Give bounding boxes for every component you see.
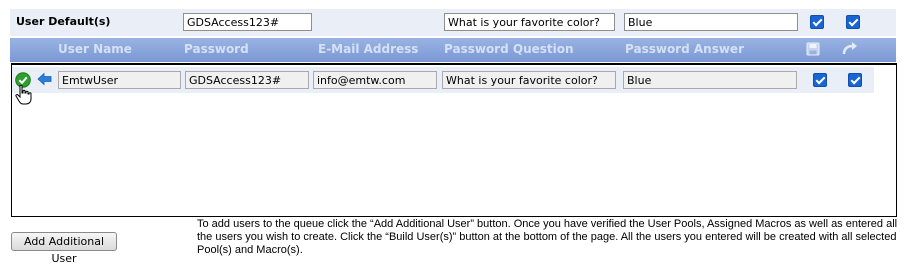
email-input[interactable] [313,71,437,89]
arrow-left-icon[interactable] [37,72,52,89]
add-additional-user-button[interactable]: Add Additional User [11,232,117,265]
row-checkbox-2[interactable] [848,73,862,87]
default-answer-input[interactable] [624,13,798,31]
answer-input[interactable] [623,71,797,89]
instructions-text: To add users to the queue click the “Add… [197,218,898,256]
column-header-email: E-Mail Address [318,42,419,56]
default-checkbox-1[interactable] [810,15,824,29]
save-icon[interactable] [806,42,820,59]
default-question-input[interactable] [444,13,615,31]
username-input[interactable] [58,71,181,89]
column-header-question: Password Question [444,42,574,56]
question-input[interactable] [442,71,616,89]
row-checkbox-1[interactable] [813,73,827,87]
redo-icon[interactable] [841,41,859,60]
user-defaults-label: User Default(s) [16,15,111,28]
column-header-username: User Name [58,42,132,56]
default-password-input[interactable] [183,13,312,31]
password-input[interactable] [185,71,309,89]
column-header-password: Password [184,42,249,56]
default-checkbox-2[interactable] [846,15,860,29]
hand-cursor-icon [14,84,34,109]
column-header-answer: Password Answer [625,42,744,56]
